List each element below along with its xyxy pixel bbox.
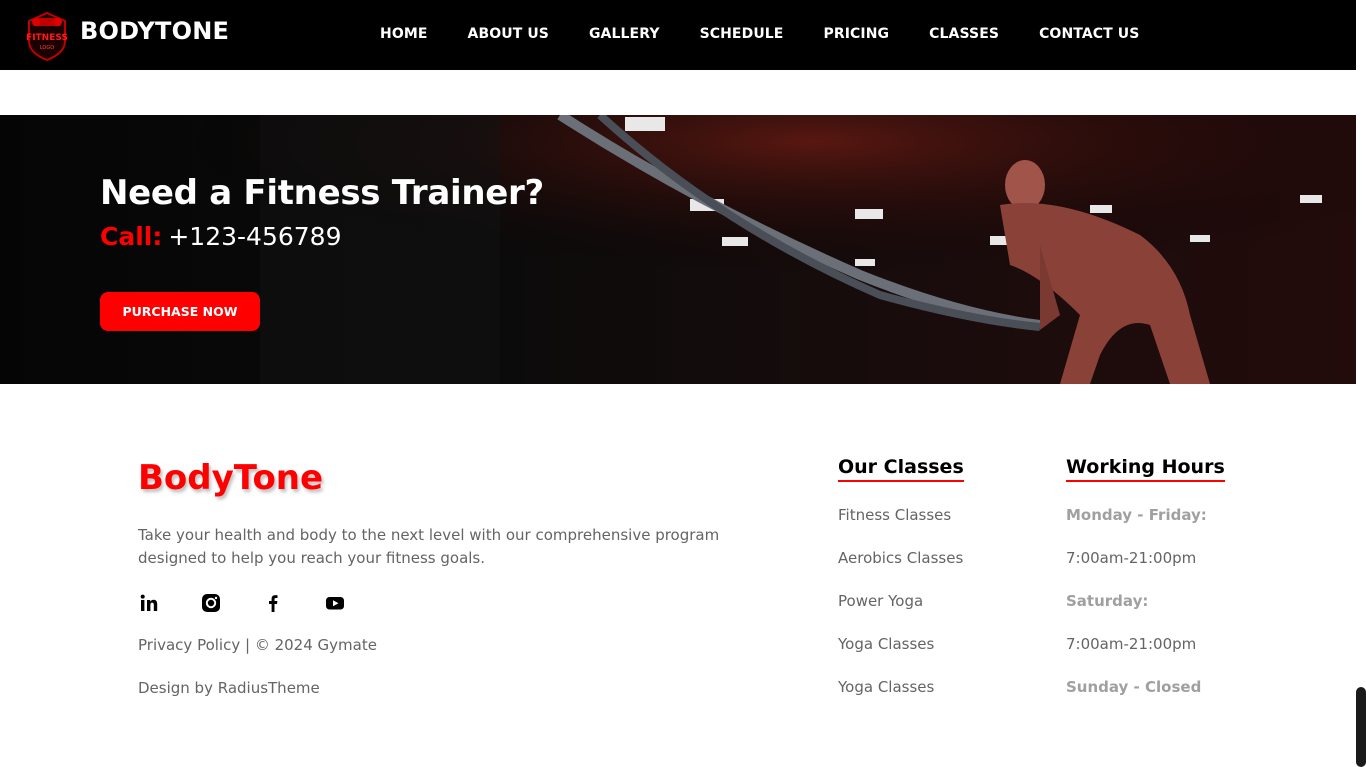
footer-description: Take your health and body to the next le… bbox=[138, 526, 720, 567]
fitness-logo[interactable]: FITNESS LOGO bbox=[24, 9, 70, 62]
svg-text:FITNESS: FITNESS bbox=[26, 33, 68, 43]
phone-number[interactable]: +123-456789 bbox=[168, 222, 341, 251]
class-link[interactable]: Fitness Classes bbox=[838, 506, 951, 524]
design-credit[interactable]: Design by RadiusTheme bbox=[138, 679, 320, 697]
trainer-cta-banner: Need a Fitness Trainer? Call: +123-456789… bbox=[0, 115, 1356, 384]
purchase-now-button[interactable]: PURCHASE NOW bbox=[100, 292, 260, 331]
hours-label: Sunday - Closed bbox=[1066, 678, 1202, 696]
privacy-policy-copyright[interactable]: Privacy Policy | © 2024 Gymate bbox=[138, 636, 377, 654]
hero-title: Need a Fitness Trainer? bbox=[100, 173, 544, 213]
nav-schedule[interactable]: SCHEDULE bbox=[700, 26, 784, 42]
hours-value: 7:00am-21:00pm bbox=[1066, 635, 1197, 653]
our-classes-heading: Our Classes bbox=[838, 456, 964, 482]
class-link[interactable]: Power Yoga bbox=[838, 592, 923, 610]
hours-label: Monday - Friday: bbox=[1066, 506, 1207, 524]
class-link[interactable]: Yoga Classes bbox=[838, 635, 934, 653]
youtube-icon[interactable] bbox=[324, 592, 346, 614]
nav-about-us[interactable]: ABOUT US bbox=[468, 26, 549, 42]
footer-brand[interactable]: BodyTone bbox=[138, 458, 323, 498]
hero-call-line: Call: +123-456789 bbox=[100, 222, 341, 251]
social-links bbox=[138, 592, 386, 614]
main-nav: HOME ABOUT US GALLERY SCHEDULE PRICING C… bbox=[380, 26, 1179, 42]
hours-value: 7:00am-21:00pm bbox=[1066, 549, 1197, 567]
linkedin-icon[interactable] bbox=[138, 592, 160, 614]
scrollbar-thumb[interactable] bbox=[1356, 687, 1366, 767]
class-link[interactable]: Aerobics Classes bbox=[838, 549, 963, 567]
brand-name[interactable]: BODYTONE bbox=[80, 17, 229, 45]
class-link[interactable]: Yoga Classes bbox=[838, 678, 934, 696]
nav-pricing[interactable]: PRICING bbox=[823, 26, 889, 42]
nav-classes[interactable]: CLASSES bbox=[929, 26, 999, 42]
instagram-icon[interactable] bbox=[200, 592, 222, 614]
nav-contact-us[interactable]: CONTACT US bbox=[1039, 26, 1139, 42]
top-navbar: FITNESS LOGO BODYTONE HOME ABOUT US GALL… bbox=[0, 0, 1356, 70]
hours-label: Saturday: bbox=[1066, 592, 1149, 610]
svg-text:LOGO: LOGO bbox=[40, 45, 54, 51]
working-hours-heading: Working Hours bbox=[1066, 456, 1225, 482]
call-label: Call: bbox=[100, 222, 163, 251]
facebook-icon[interactable] bbox=[262, 592, 284, 614]
nav-gallery[interactable]: GALLERY bbox=[589, 26, 660, 42]
nav-home[interactable]: HOME bbox=[380, 26, 428, 42]
